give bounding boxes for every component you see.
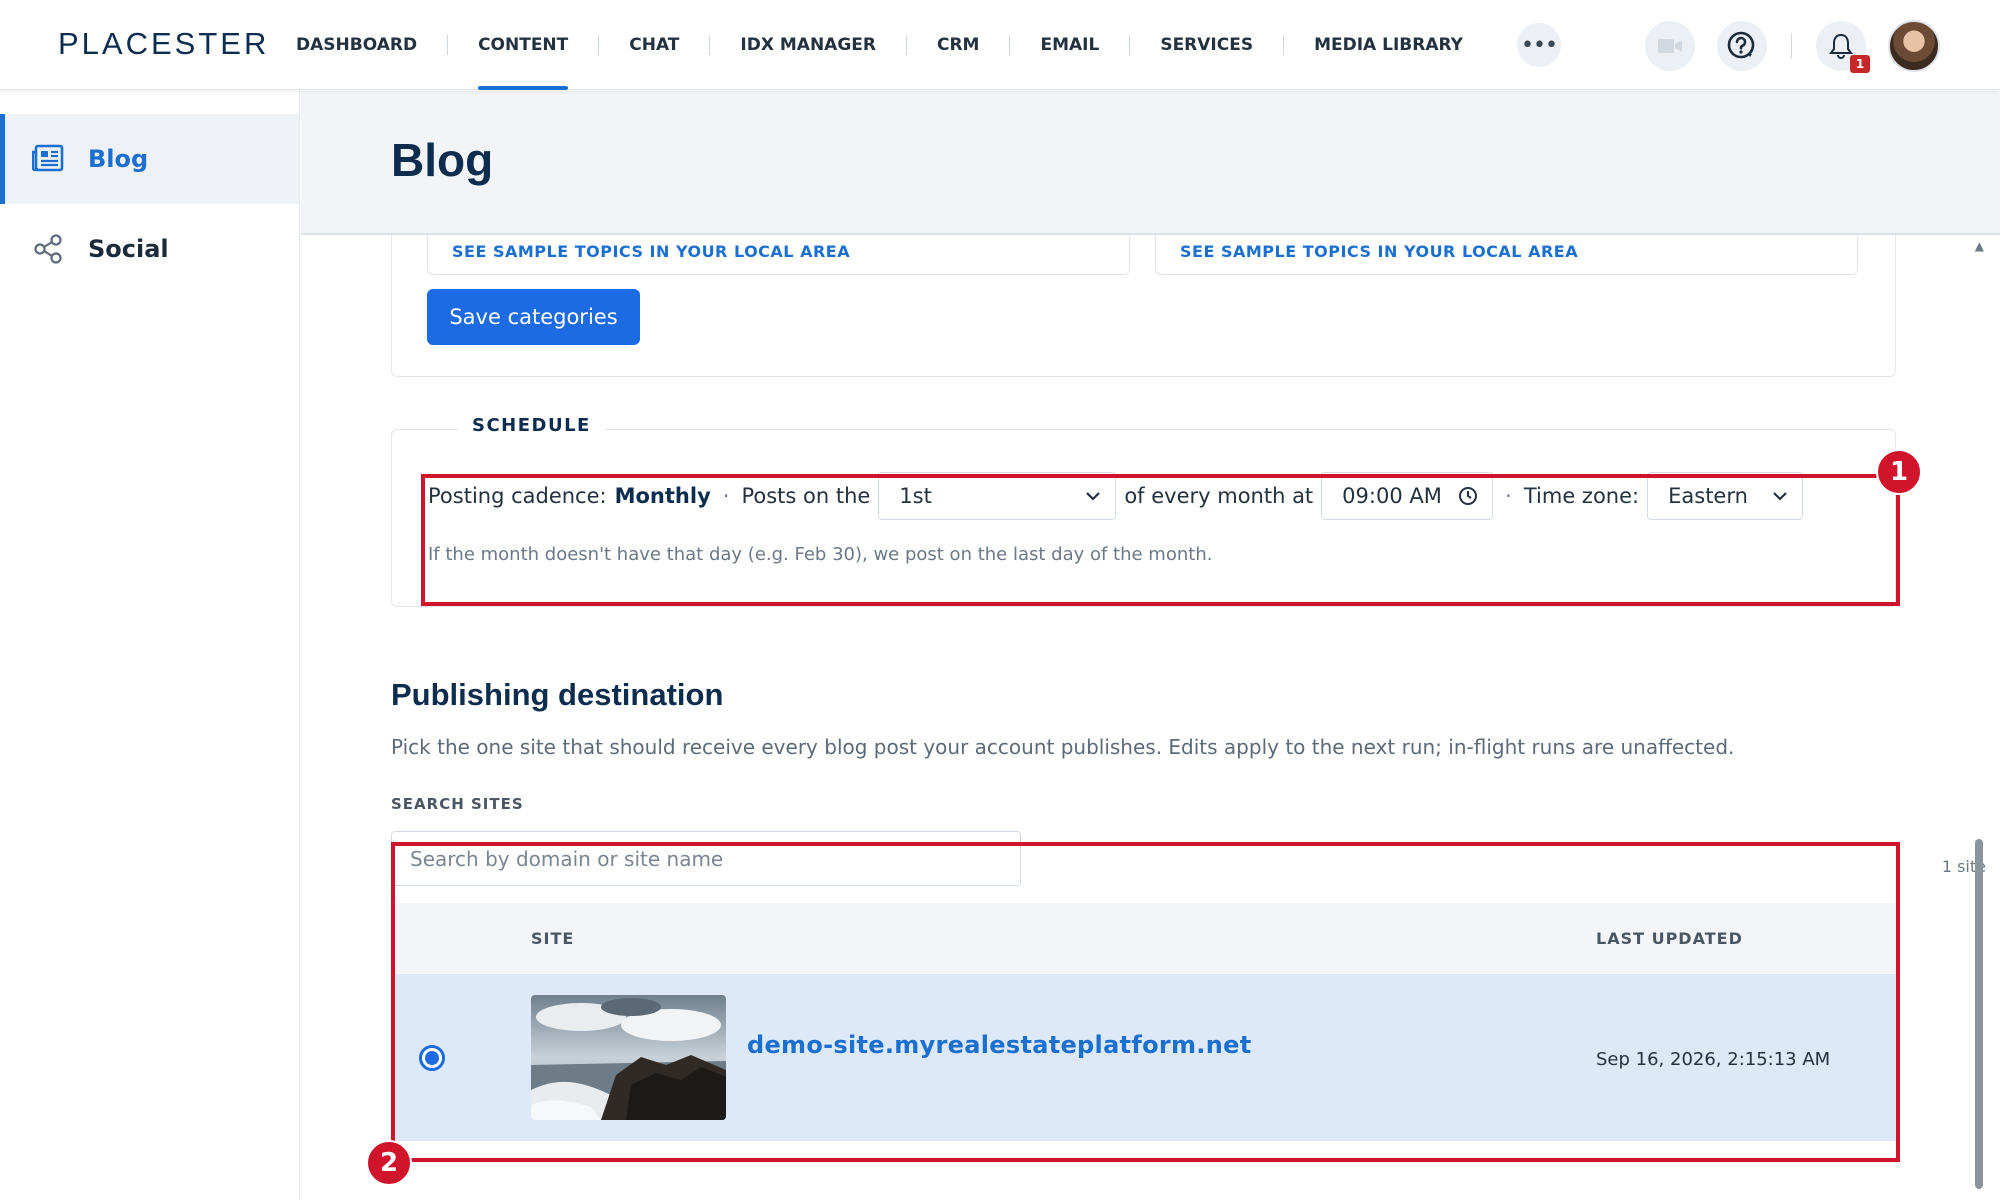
main-nav: DASHBOARD CONTENT CHAT IDX MANAGER CRM E…: [278, 0, 1561, 90]
annotation-box-schedule: [421, 474, 1900, 606]
nav-media-library[interactable]: MEDIA LIBRARY: [1296, 0, 1481, 90]
header-actions: 1: [1645, 18, 1940, 74]
nav-services[interactable]: SERVICES: [1142, 0, 1271, 90]
sidebar-item-blog[interactable]: Blog: [0, 114, 299, 204]
help-question-icon: [1727, 31, 1755, 59]
nav-email[interactable]: EMAIL: [1022, 0, 1117, 90]
nav-dashboard[interactable]: DASHBOARD: [278, 0, 435, 90]
nav-divider: [1129, 35, 1131, 55]
sidebar-item-label: Blog: [88, 145, 149, 173]
sidebar-item-label: Social: [88, 235, 169, 263]
notifications-button[interactable]: 1: [1816, 21, 1870, 73]
nav-idx-manager[interactable]: IDX MANAGER: [722, 0, 894, 90]
nav-divider: [598, 35, 600, 55]
video-call-button[interactable]: [1645, 21, 1695, 71]
header-divider: [1791, 33, 1792, 59]
scroll-up-arrow[interactable]: ▲: [1975, 239, 1984, 253]
nav-content[interactable]: CONTENT: [460, 0, 586, 90]
sidebar-item-social[interactable]: Social: [0, 204, 299, 294]
page-header: Blog: [301, 91, 2000, 235]
nav-divider: [1283, 35, 1285, 55]
publishing-destination-title: Publishing destination: [391, 677, 724, 712]
search-sites-label: SEARCH SITES: [391, 795, 524, 813]
user-avatar[interactable]: [1888, 20, 1940, 72]
notification-badge: 1: [1850, 55, 1870, 73]
sample-topics-link[interactable]: SEE SAMPLE TOPICS IN YOUR LOCAL AREA: [1180, 242, 1578, 261]
top-navigation: PLACESTER DASHBOARD CONTENT CHAT IDX MAN…: [0, 0, 2000, 90]
sidebar: Blog Social: [0, 91, 300, 1200]
nav-chat[interactable]: CHAT: [611, 0, 697, 90]
help-button[interactable]: [1717, 21, 1767, 71]
annotation-badge-1: 1: [1876, 449, 1922, 495]
category-card-right: SEE SAMPLE TOPICS IN YOUR LOCAL AREA: [1155, 235, 1858, 275]
scroll-thumb[interactable]: [1975, 839, 1983, 1189]
category-card-left: SEE SAMPLE TOPICS IN YOUR LOCAL AREA: [427, 235, 1130, 275]
more-menu-button[interactable]: •••: [1516, 23, 1561, 67]
newspaper-icon: [32, 143, 64, 175]
nav-divider: [1009, 35, 1011, 55]
nav-divider: [905, 35, 907, 55]
save-categories-button[interactable]: Save categories: [427, 289, 640, 345]
publishing-destination-description: Pick the one site that should receive ev…: [391, 735, 1735, 759]
content-scrollbar[interactable]: ▲: [1972, 235, 1986, 1200]
sample-topics-link[interactable]: SEE SAMPLE TOPICS IN YOUR LOCAL AREA: [452, 242, 850, 261]
share-icon: [32, 233, 64, 265]
page-title: Blog: [391, 134, 494, 186]
schedule-legend: SCHEDULE: [458, 415, 605, 436]
placester-logo[interactable]: PLACESTER: [58, 26, 269, 62]
nav-crm[interactable]: CRM: [919, 0, 997, 90]
nav-divider: [447, 35, 449, 55]
annotation-box-sites: [391, 842, 1900, 1162]
nav-divider: [709, 35, 711, 55]
video-camera-icon: [1658, 39, 1682, 53]
annotation-badge-2: 2: [366, 1140, 412, 1186]
